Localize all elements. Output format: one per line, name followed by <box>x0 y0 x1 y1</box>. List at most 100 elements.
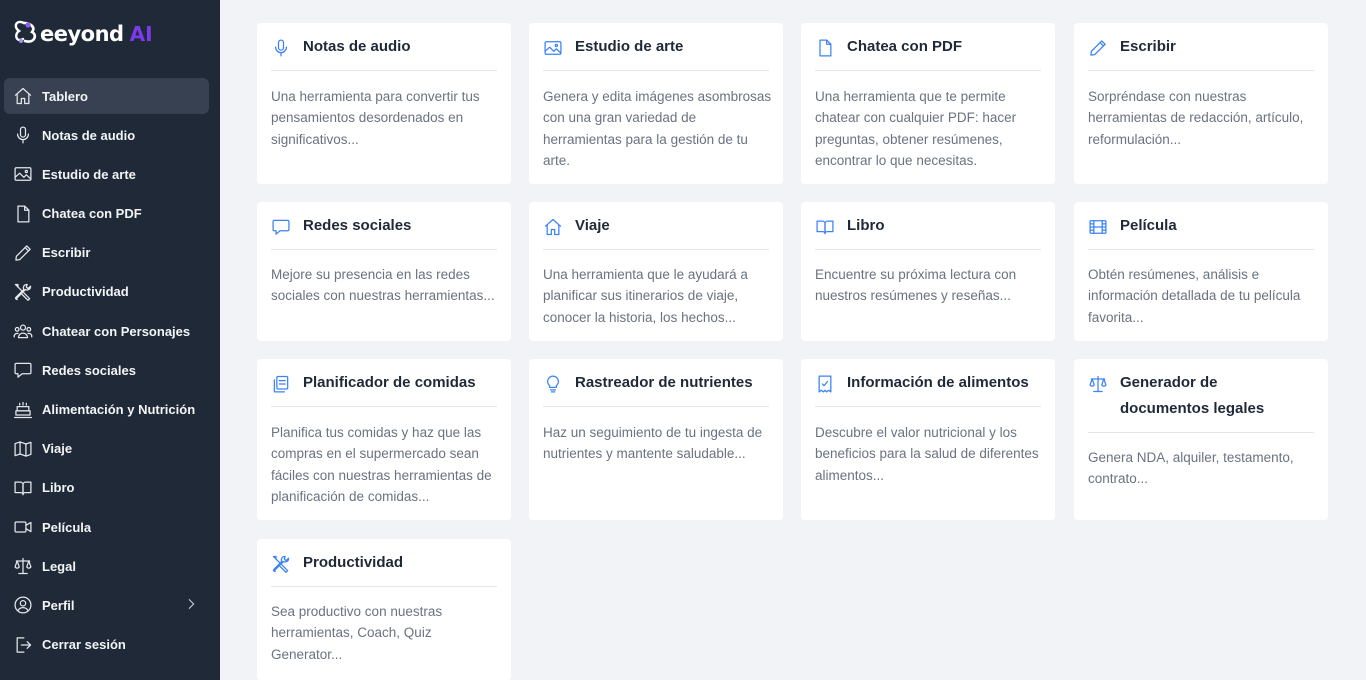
sidebar-item-label: Cerrar sesión <box>42 637 126 653</box>
sidebar-item-label: Redes sociales <box>42 362 136 378</box>
tool-card-notas-de-audio[interactable]: Notas de audio Una herramienta para conv… <box>257 23 511 184</box>
brand-ai-label: AI <box>129 22 153 46</box>
sidebar-item-libro[interactable]: Libro <box>4 470 209 506</box>
sidebar-item-label: Tablero <box>42 88 88 104</box>
book-icon <box>815 217 835 237</box>
sidebar-item-notas-de-audio[interactable]: Notas de audio <box>4 117 209 153</box>
image-icon <box>12 163 34 185</box>
sidebar-item-pelicula[interactable]: Película <box>4 509 209 545</box>
logout-icon <box>12 634 34 656</box>
card-title: Redes sociales <box>303 217 412 234</box>
sidebar-item-label: Productividad <box>42 284 129 300</box>
tool-card-productividad[interactable]: Productividad Sea productivo con nuestra… <box>257 539 511 680</box>
tool-card-pelicula[interactable]: Película Obtén resúmenes, análisis e inf… <box>1074 202 1328 341</box>
chevron-right-icon[interactable] <box>183 596 199 617</box>
card-description: Mejore su presencia en las redes sociale… <box>271 267 495 304</box>
lightbulb-icon <box>543 374 563 394</box>
tool-card-redes-sociales[interactable]: Redes sociales Mejore su presencia en la… <box>257 202 511 341</box>
brand-logo[interactable]: eeyond AI <box>12 14 153 54</box>
sidebar-item-productividad[interactable]: Productividad <box>4 274 209 310</box>
sidebar-item-escribir[interactable]: Escribir <box>4 235 209 271</box>
card-description: Sea productivo con nuestras herramientas… <box>271 604 443 662</box>
home-icon <box>12 85 34 107</box>
sidebar-item-label: Legal <box>42 558 76 574</box>
sidebar-item-label: Notas de audio <box>42 127 136 143</box>
card-title: Estudio de arte <box>575 38 684 55</box>
sidebar-item-legal[interactable]: Legal <box>4 548 209 584</box>
sidebar-item-label: Libro <box>42 480 75 496</box>
card-header: Viaje <box>543 216 769 250</box>
tool-card-libro[interactable]: Libro Encuentre su próxima lectura con n… <box>801 202 1055 341</box>
scale-icon <box>1088 374 1108 394</box>
card-description: Descubre el valor nutricional y los bene… <box>815 425 1039 483</box>
card-title: Información de alimentos <box>847 374 1029 391</box>
card-header: Estudio de arte <box>543 37 769 71</box>
home-icon <box>543 217 563 237</box>
tool-card-chatea-con-pdf[interactable]: Chatea con PDF Una herramienta que te pe… <box>801 23 1055 184</box>
image-icon <box>543 38 563 58</box>
tools-icon <box>271 554 291 574</box>
sidebar-item-estudio-de-arte[interactable]: Estudio de arte <box>4 156 209 192</box>
users-icon <box>12 320 34 342</box>
card-title: Notas de audio <box>303 38 411 55</box>
card-title: Escribir <box>1120 38 1176 55</box>
card-description: Sorpréndase con nuestras herramientas de… <box>1088 89 1304 147</box>
card-header: Libro <box>815 216 1041 250</box>
sidebar-item-label: Chatea con PDF <box>42 206 142 222</box>
card-header: Información de alimentos <box>815 373 1041 407</box>
sidebar-item-label: Chatear con Personajes <box>42 323 191 339</box>
cake-icon <box>12 399 34 421</box>
tool-card-informacion-de-alimentos[interactable]: Información de alimentos Descubre el val… <box>801 359 1055 520</box>
tools-icon <box>12 281 34 303</box>
map-icon <box>12 438 34 460</box>
card-header: Chatea con PDF <box>815 37 1041 71</box>
sidebar: eeyond AI Tablero Notas de audio Estudio… <box>0 0 220 680</box>
chat-bubble-icon <box>12 359 34 381</box>
card-title: Viaje <box>575 217 610 234</box>
sidebar-item-chatear-con-personajes[interactable]: Chatear con Personajes <box>4 313 209 349</box>
tool-card-rastreador-de-nutrientes[interactable]: Rastreador de nutrientes Haz un seguimie… <box>529 359 783 520</box>
sidebar-item-viaje[interactable]: Viaje <box>4 431 209 467</box>
card-header: Productividad <box>271 553 497 587</box>
card-title: Libro <box>847 217 885 234</box>
card-description: Una herramienta que le ayudará a planifi… <box>543 267 748 325</box>
card-header: Generador de documentos legales <box>1088 373 1314 433</box>
butterfly-logo-icon <box>14 20 37 43</box>
card-title: Planificador de comidas <box>303 374 476 391</box>
card-description: Haz un seguimiento de tu ingesta de nutr… <box>543 425 763 462</box>
card-header: Redes sociales <box>271 216 497 250</box>
sidebar-item-label: Estudio de arte <box>42 166 136 182</box>
microphone-icon <box>271 38 291 58</box>
brand-name: eeyond <box>40 22 124 46</box>
tool-card-viaje[interactable]: Viaje Una herramienta que le ayudará a p… <box>529 202 783 341</box>
card-description: Encuentre su próxima lectura con nuestro… <box>815 267 1017 304</box>
tool-card-generador-de-documentos-legales[interactable]: Generador de documentos legales Genera N… <box>1074 359 1328 520</box>
sidebar-item-tablero[interactable]: Tablero <box>4 78 209 114</box>
card-description: Una herramienta para convertir tus pensa… <box>271 89 480 147</box>
sidebar-item-label: Viaje <box>42 441 73 457</box>
card-header: Escribir <box>1088 37 1314 71</box>
microphone-icon <box>12 124 34 146</box>
card-title: Productividad <box>303 554 404 571</box>
sidebar-item-redes-sociales[interactable]: Redes sociales <box>4 352 209 388</box>
tool-card-escribir[interactable]: Escribir Sorpréndase con nuestras herram… <box>1074 23 1328 184</box>
document-icon <box>815 38 835 58</box>
sidebar-item-label: Escribir <box>42 245 91 261</box>
pencil-icon <box>12 242 34 264</box>
card-title: Rastreador de nutrientes <box>575 374 753 391</box>
card-header: Película <box>1088 216 1314 250</box>
tool-card-estudio-de-arte[interactable]: Estudio de arte Genera y edita imágenes … <box>529 23 783 184</box>
sidebar-item-perfil[interactable]: Perfil <box>4 587 209 623</box>
card-description: Obtén resúmenes, análisis e información … <box>1088 267 1301 325</box>
card-title: Chatea con PDF <box>847 38 963 55</box>
card-header: Notas de audio <box>271 37 497 71</box>
card-description: Una herramienta que te permite chatear c… <box>815 89 1017 168</box>
sidebar-item-label: Alimentación y Nutrición <box>42 402 196 417</box>
user-circle-icon <box>12 594 34 616</box>
sidebar-item-cerrar-sesion[interactable]: Cerrar sesión <box>4 627 209 663</box>
document-icon <box>12 203 34 225</box>
book-icon <box>12 477 34 499</box>
sidebar-item-alimentacion-y-nutricion[interactable]: Alimentación y Nutrición <box>4 392 209 428</box>
sidebar-item-chatea-con-pdf[interactable]: Chatea con PDF <box>4 196 209 232</box>
tool-card-planificador-de-comidas[interactable]: Planificador de comidas Planifica tus co… <box>257 359 511 520</box>
